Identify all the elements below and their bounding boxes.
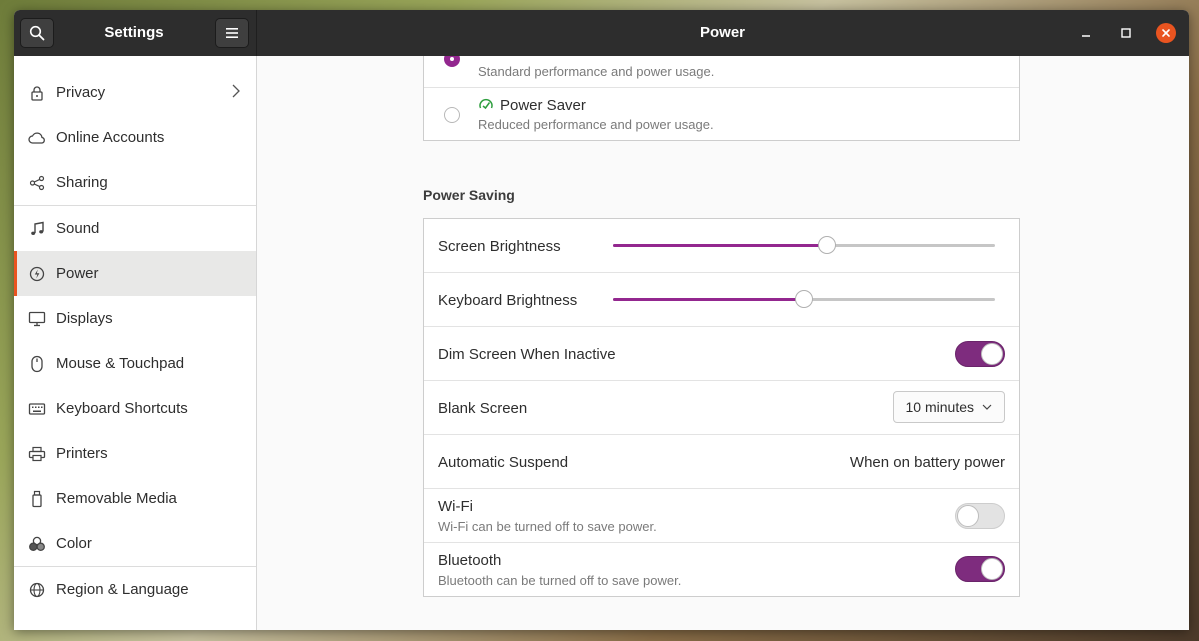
share-icon xyxy=(28,174,46,192)
printer-icon xyxy=(28,445,46,463)
usb-drive-icon xyxy=(28,490,46,508)
chevron-right-icon xyxy=(232,84,240,102)
maximize-icon xyxy=(1121,28,1131,38)
wifi-row: Wi-Fi Wi-Fi can be turned off to save po… xyxy=(424,489,1019,543)
dim-screen-label: Dim Screen When Inactive xyxy=(438,346,616,363)
sidebar-item-label: Sound xyxy=(56,220,100,237)
keyboard-icon xyxy=(28,400,46,418)
switch-knob xyxy=(981,558,1003,580)
mouse-icon xyxy=(28,355,46,373)
power-mode-card: Standard performance and power usage. Po… xyxy=(423,56,1020,141)
screen-brightness-label: Screen Brightness xyxy=(438,238,561,255)
sidebar-item-region-language[interactable]: Region & Language xyxy=(14,566,256,612)
bluetooth-description: Bluetooth can be turned off to save powe… xyxy=(438,573,682,588)
search-button[interactable] xyxy=(20,18,54,48)
sidebar-item-online-accounts[interactable]: Online Accounts xyxy=(14,115,256,160)
blank-screen-value: 10 minutes xyxy=(905,399,974,415)
wifi-description: Wi-Fi can be turned off to save power. xyxy=(438,519,657,534)
minimize-icon xyxy=(1082,35,1090,37)
color-icon xyxy=(28,535,46,553)
sidebar-item-privacy[interactable]: Privacy xyxy=(14,70,256,115)
power-mode-balanced-row[interactable]: Standard performance and power usage. xyxy=(424,56,1019,88)
slider-handle[interactable] xyxy=(817,236,836,254)
bluetooth-label: Bluetooth xyxy=(438,552,502,569)
bluetooth-row: Bluetooth Bluetooth can be turned off to… xyxy=(424,543,1019,596)
power-saver-title: Power Saver xyxy=(500,97,586,114)
hamburger-menu-icon xyxy=(226,28,238,38)
screen-brightness-slider[interactable] xyxy=(613,236,995,254)
header-bar: Settings Power xyxy=(14,10,1189,56)
dim-screen-row: Dim Screen When Inactive xyxy=(424,327,1019,381)
sidebar-title: Settings xyxy=(104,24,164,41)
slider-fill xyxy=(613,244,827,247)
sidebar-item-label: Power xyxy=(56,265,99,282)
globe-icon xyxy=(28,581,46,599)
close-button[interactable] xyxy=(1156,23,1176,43)
close-icon xyxy=(1162,29,1170,37)
sidebar-item-label: Privacy xyxy=(56,84,106,101)
wifi-label: Wi-Fi xyxy=(438,498,473,515)
keyboard-brightness-label: Keyboard Brightness xyxy=(438,292,578,309)
cloud-icon xyxy=(28,129,46,147)
sidebar: Privacy Online Accounts Sharing Sound Po… xyxy=(14,56,257,630)
wifi-switch[interactable] xyxy=(955,503,1005,529)
sidebar-item-displays[interactable]: Displays xyxy=(14,296,256,341)
power-saving-heading: Power Saving xyxy=(423,187,515,203)
sidebar-item-label: Keyboard Shortcuts xyxy=(56,400,188,417)
automatic-suspend-value: When on battery power xyxy=(849,454,1005,471)
search-icon xyxy=(29,25,45,41)
power-panel: Standard performance and power usage. Po… xyxy=(257,56,1189,630)
automatic-suspend-row[interactable]: Automatic Suspend When on battery power xyxy=(424,435,1019,489)
keyboard-brightness-slider[interactable] xyxy=(613,290,995,308)
slider-fill xyxy=(613,298,804,301)
lock-icon xyxy=(28,84,46,102)
slider-handle[interactable] xyxy=(795,290,813,308)
sidebar-item-sharing[interactable]: Sharing xyxy=(14,160,256,205)
music-note-icon xyxy=(28,220,46,238)
sidebar-item-mouse-touchpad[interactable]: Mouse & Touchpad xyxy=(14,341,256,386)
chevron-down-icon xyxy=(982,404,992,410)
sidebar-item-label: Mouse & Touchpad xyxy=(56,355,185,372)
sidebar-item-label: Color xyxy=(56,535,92,552)
blank-screen-label: Blank Screen xyxy=(438,400,528,417)
automatic-suspend-label: Automatic Suspend xyxy=(438,454,569,471)
window-title: Power xyxy=(699,24,745,41)
power-saver-description: Reduced performance and power usage. xyxy=(478,117,714,132)
power-saving-card: Screen Brightness Keyboard Brightness Di… xyxy=(423,218,1020,597)
sidebar-header: Settings xyxy=(14,10,257,56)
sidebar-item-power[interactable]: Power xyxy=(14,251,256,296)
sidebar-item-label: Displays xyxy=(56,310,113,327)
sidebar-item-label: Region & Language xyxy=(56,581,189,598)
menu-button[interactable] xyxy=(215,18,249,48)
sidebar-item-label: Sharing xyxy=(56,174,108,191)
switch-knob xyxy=(957,505,979,527)
sidebar-item-printers[interactable]: Printers xyxy=(14,431,256,476)
settings-window: Settings Power Privacy Online Accounts S… xyxy=(14,10,1189,630)
blank-screen-dropdown[interactable]: 10 minutes xyxy=(892,391,1005,423)
maximize-button[interactable] xyxy=(1116,23,1136,43)
screen-brightness-row: Screen Brightness xyxy=(424,219,1019,273)
power-saver-radio[interactable] xyxy=(444,107,460,123)
display-icon xyxy=(28,310,46,328)
bluetooth-switch[interactable] xyxy=(955,556,1005,582)
sidebar-item-color[interactable]: Color xyxy=(14,521,256,566)
sidebar-item-sound[interactable]: Sound xyxy=(14,205,256,251)
power-mode-saver-row[interactable]: Power Saver Reduced performance and powe… xyxy=(424,88,1019,142)
keyboard-brightness-row: Keyboard Brightness xyxy=(424,273,1019,327)
power-saver-icon xyxy=(478,97,494,118)
balanced-radio[interactable] xyxy=(444,56,460,67)
sidebar-item-label: Printers xyxy=(56,445,108,462)
power-icon xyxy=(28,265,46,283)
sidebar-item-removable-media[interactable]: Removable Media xyxy=(14,476,256,521)
sidebar-item-keyboard-shortcuts[interactable]: Keyboard Shortcuts xyxy=(14,386,256,431)
blank-screen-row: Blank Screen 10 minutes xyxy=(424,381,1019,435)
dim-screen-switch[interactable] xyxy=(955,341,1005,367)
sidebar-item-label: Removable Media xyxy=(56,490,177,507)
minimize-button[interactable] xyxy=(1076,23,1096,43)
balanced-description: Standard performance and power usage. xyxy=(478,64,715,79)
sidebar-item-label: Online Accounts xyxy=(56,129,165,146)
switch-knob xyxy=(981,343,1003,365)
